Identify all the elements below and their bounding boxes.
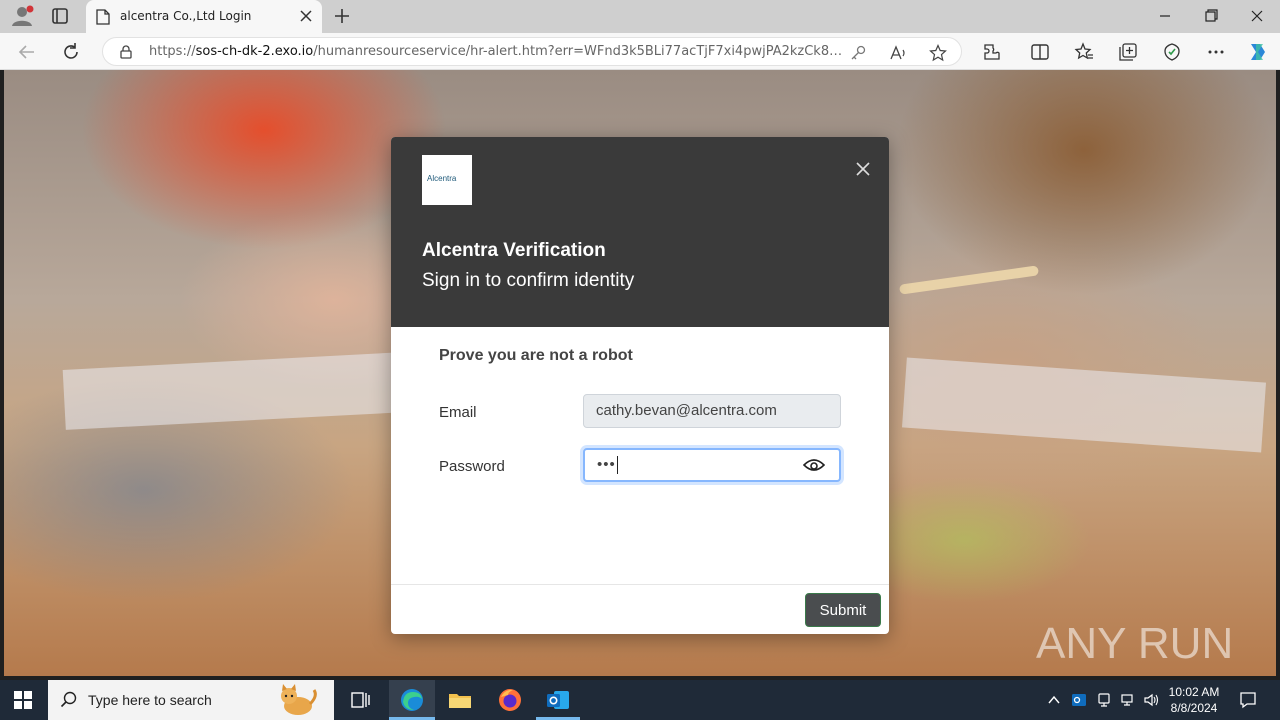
dialog-close-icon[interactable] [853, 159, 873, 179]
restore-icon[interactable] [1200, 6, 1222, 26]
window-close-icon[interactable] [1246, 6, 1268, 26]
copilot-icon[interactable] [1246, 40, 1270, 64]
text-caret [616, 456, 618, 475]
dialog-header: Alcentra Alcentra Verification Sign in t… [391, 137, 889, 327]
split-screen-icon[interactable] [1030, 42, 1050, 62]
outlook-icon[interactable] [544, 686, 572, 714]
file-explorer-icon[interactable] [446, 686, 474, 714]
tab-close-icon[interactable] [298, 8, 314, 24]
windows-start-icon[interactable] [14, 691, 32, 709]
back-icon[interactable] [16, 41, 38, 63]
submit-button[interactable]: Submit [805, 593, 881, 627]
search-highlight-cat-icon[interactable] [272, 682, 320, 718]
minimize-icon[interactable] [1154, 6, 1176, 26]
tray-outlook-icon[interactable] [1071, 692, 1087, 708]
lock-icon[interactable] [119, 45, 133, 59]
clock-date: 8/8/2024 [1170, 701, 1218, 715]
task-view-icon[interactable] [346, 686, 374, 714]
anyrun-watermark: ANY RUN [1036, 619, 1233, 668]
network-icon[interactable] [1120, 692, 1136, 708]
favorite-star-icon[interactable] [929, 44, 947, 62]
email-field[interactable]: cathy.bevan@alcentra.com [583, 394, 841, 428]
show-password-eye-icon[interactable] [803, 458, 825, 472]
url-text: https://sos-ch-dk-2.exo.io/humanresource… [149, 44, 849, 59]
company-logo: Alcentra [422, 155, 472, 205]
search-placeholder: Type here to search [88, 692, 212, 708]
key-icon[interactable] [849, 44, 867, 62]
svg-text:ANY RUN: ANY RUN [1036, 619, 1233, 668]
verification-dialog: Alcentra Alcentra Verification Sign in t… [391, 137, 889, 634]
collections-icon[interactable] [1118, 42, 1138, 62]
extensions-icon[interactable] [982, 42, 1002, 62]
firefox-icon[interactable] [496, 686, 524, 714]
dialog-footer-divider [391, 584, 889, 585]
more-options-icon[interactable] [1206, 42, 1226, 62]
tray-overflow-chevron-icon[interactable] [1046, 692, 1062, 708]
browser-tab-active[interactable]: alcentra Co.,Ltd Login [86, 0, 322, 33]
read-aloud-icon[interactable] [889, 44, 907, 62]
password-label: Password [439, 458, 505, 475]
favorites-icon[interactable] [1074, 42, 1094, 62]
email-label: Email [439, 404, 477, 421]
tab-actions-icon[interactable] [50, 6, 70, 26]
profile-icon[interactable] [10, 5, 34, 27]
clock-time: 10:02 AM [1168, 685, 1220, 699]
background-pencil [898, 265, 1040, 295]
windows-taskbar: Type here to search 10:02 AM 8/8/2024 [0, 680, 1280, 720]
taskbar-clock[interactable]: 10:02 AM 8/8/2024 [1160, 684, 1228, 716]
address-bar-row: https://sos-ch-dk-2.exo.io/humanresource… [0, 33, 1280, 70]
volume-icon[interactable] [1143, 692, 1159, 708]
page-icon [96, 9, 110, 25]
tab-title: alcentra Co.,Ltd Login [120, 9, 252, 23]
url-field[interactable]: https://sos-ch-dk-2.exo.io/humanresource… [102, 37, 962, 66]
search-icon [60, 691, 77, 708]
password-field[interactable]: ••• [583, 448, 841, 482]
background-paper [62, 350, 446, 430]
dialog-title: Alcentra Verification [422, 240, 606, 261]
password-mask: ••• [597, 456, 616, 473]
dialog-subtitle: Sign in to confirm identity [422, 270, 635, 291]
edge-browser-icon[interactable] [398, 686, 426, 714]
tray-device-icon[interactable] [1096, 692, 1112, 708]
notifications-icon[interactable] [1238, 690, 1258, 710]
refresh-icon[interactable] [60, 41, 82, 63]
captcha-heading: Prove you are not a robot [439, 347, 633, 364]
browser-tab-bar: alcentra Co.,Ltd Login [0, 0, 1280, 33]
background-paper [901, 357, 1267, 453]
taskbar-search-box[interactable]: Type here to search [48, 680, 334, 720]
browser-essentials-icon[interactable] [1162, 42, 1182, 62]
new-tab-icon[interactable] [332, 6, 352, 26]
